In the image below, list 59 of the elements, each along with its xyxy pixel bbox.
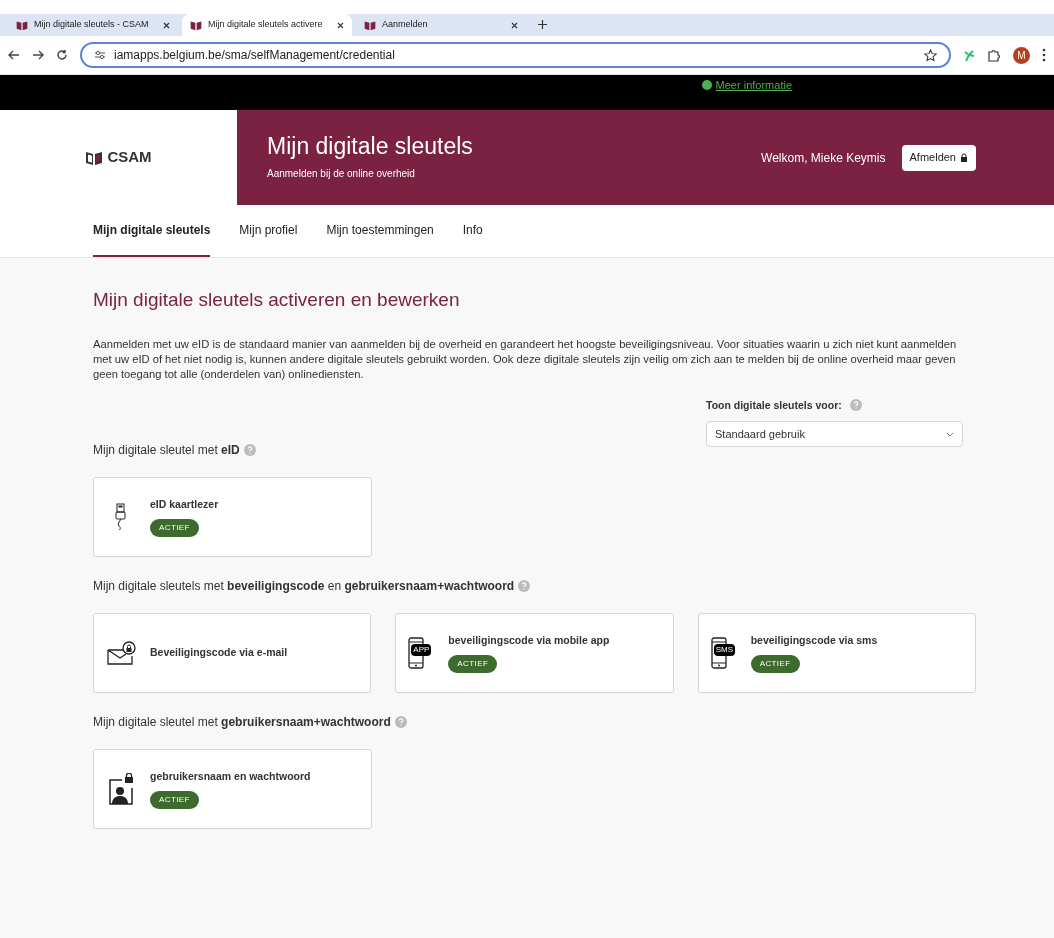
back-icon[interactable] xyxy=(8,49,20,61)
browser-tab[interactable]: Mijn digitale sleutels - CSAM xyxy=(8,14,178,36)
envelope-lock-icon xyxy=(106,640,136,667)
forward-icon[interactable] xyxy=(32,49,44,61)
close-tab-icon[interactable] xyxy=(163,21,170,29)
site-settings-icon[interactable] xyxy=(94,50,106,60)
filter-label: Toon digitale sleutels voor: xyxy=(706,397,842,413)
status-badge: ACTIEF xyxy=(150,519,199,538)
nav-tab[interactable]: Info xyxy=(462,205,483,257)
section-title: Mijn digitale sleutels met beveiligingscode en gebruikersnaam+wachtwoord xyxy=(93,578,515,596)
user-lock-icon xyxy=(108,773,134,806)
key-card[interactable]: Beveiligingscode via e-mail xyxy=(93,613,372,694)
info-link[interactable]: Meer informatie xyxy=(715,77,792,94)
puzzle-icon[interactable] xyxy=(987,48,1001,62)
menu-icon[interactable] xyxy=(1042,48,1046,62)
section-title: Mijn digitale sleutel met eID xyxy=(93,442,240,460)
status-badge: ACTIEF xyxy=(750,655,800,674)
tab-favicon-icon xyxy=(16,19,28,31)
status-badge: ACTIEF xyxy=(448,655,498,674)
tab-favicon-icon xyxy=(364,19,376,31)
logo-text: CSAM xyxy=(107,147,152,168)
status-badge: ACTIEF xyxy=(150,791,199,810)
logo-icon xyxy=(85,149,104,166)
card-title: eID kaartlezer xyxy=(150,497,219,513)
browser-tab[interactable]: Aanmelden xyxy=(356,14,526,36)
icon-label: APP xyxy=(411,644,432,657)
key-card[interactable]: eID kaartlezer ACTIEF xyxy=(93,477,372,558)
profile-avatar[interactable]: M xyxy=(1013,46,1030,64)
browser-tab[interactable]: Mijn digitale sleutels activere xyxy=(182,14,352,36)
chevron-icon xyxy=(946,431,954,437)
header-subtitle: Aanmelden bij de online overheid xyxy=(267,166,416,181)
section-title: Mijn digitale sleutel met gebruikersnaam+wachtwoord xyxy=(93,714,391,732)
welcome-text: Welkom, Mieke Keymis xyxy=(761,149,886,167)
close-tab-icon[interactable] xyxy=(511,21,518,29)
reload-icon[interactable] xyxy=(56,49,68,61)
page-heading: Mijn digitale sleutels activeren en bewerken xyxy=(93,288,461,312)
url-text: iamapps.belgium.be/sma/selfManagement/credential xyxy=(114,47,396,64)
key-card[interactable]: APP beveiligingscode via mobile app ACTIEF xyxy=(395,613,674,694)
card-title: beveiligingscode via sms xyxy=(750,633,878,649)
new-tab-icon[interactable] xyxy=(538,20,547,29)
nav-tab[interactable]: Mijn profiel xyxy=(239,205,298,257)
filter-dropdown[interactable]: Standaard gebruik xyxy=(706,421,963,448)
star-icon[interactable] xyxy=(924,48,937,62)
nav-tab[interactable]: Mijn toestemmingen xyxy=(326,205,434,257)
logout-button[interactable]: Afmelden xyxy=(901,144,976,171)
card-title: Beveiligingscode via e-mail xyxy=(150,645,288,661)
card-title: gebruikersnaam en wachtwoord xyxy=(150,769,311,785)
card-title: beveiligingscode via mobile app xyxy=(448,633,610,649)
header-title: Mijn digitale sleutels xyxy=(267,134,474,158)
card-reader-icon xyxy=(115,503,127,532)
address-bar[interactable]: iamapps.belgium.be/sma/selfManagement/credential xyxy=(80,42,951,68)
intro-paragraph: Aanmelden met uw eID is de standaard manier van aanmelden bij de overheid en garandeert het hoogste beveiligingsniveau. Voor situaties waarin u zich niet kunt aanmelden met uw eID of het niet nodig is, kunnen andere digitale sleutels gebruikt worden. Ook deze digitale sleutels zijn veilig om zich aan te melden bij de online overheid maar geven geen toegang tot alle (onderdelen van) onlinediensten. xyxy=(93,336,958,382)
lock-icon xyxy=(960,153,968,162)
key-card[interactable]: SMS beveiligingscode via sms ACTIEF xyxy=(697,613,976,694)
tab-favicon-icon xyxy=(190,19,202,31)
info-icon xyxy=(701,80,712,91)
close-tab-icon[interactable] xyxy=(337,21,344,29)
icon-label: SMS xyxy=(713,644,735,657)
key-card[interactable]: gebruikersnaam en wachtwoord ACTIEF xyxy=(93,749,372,830)
